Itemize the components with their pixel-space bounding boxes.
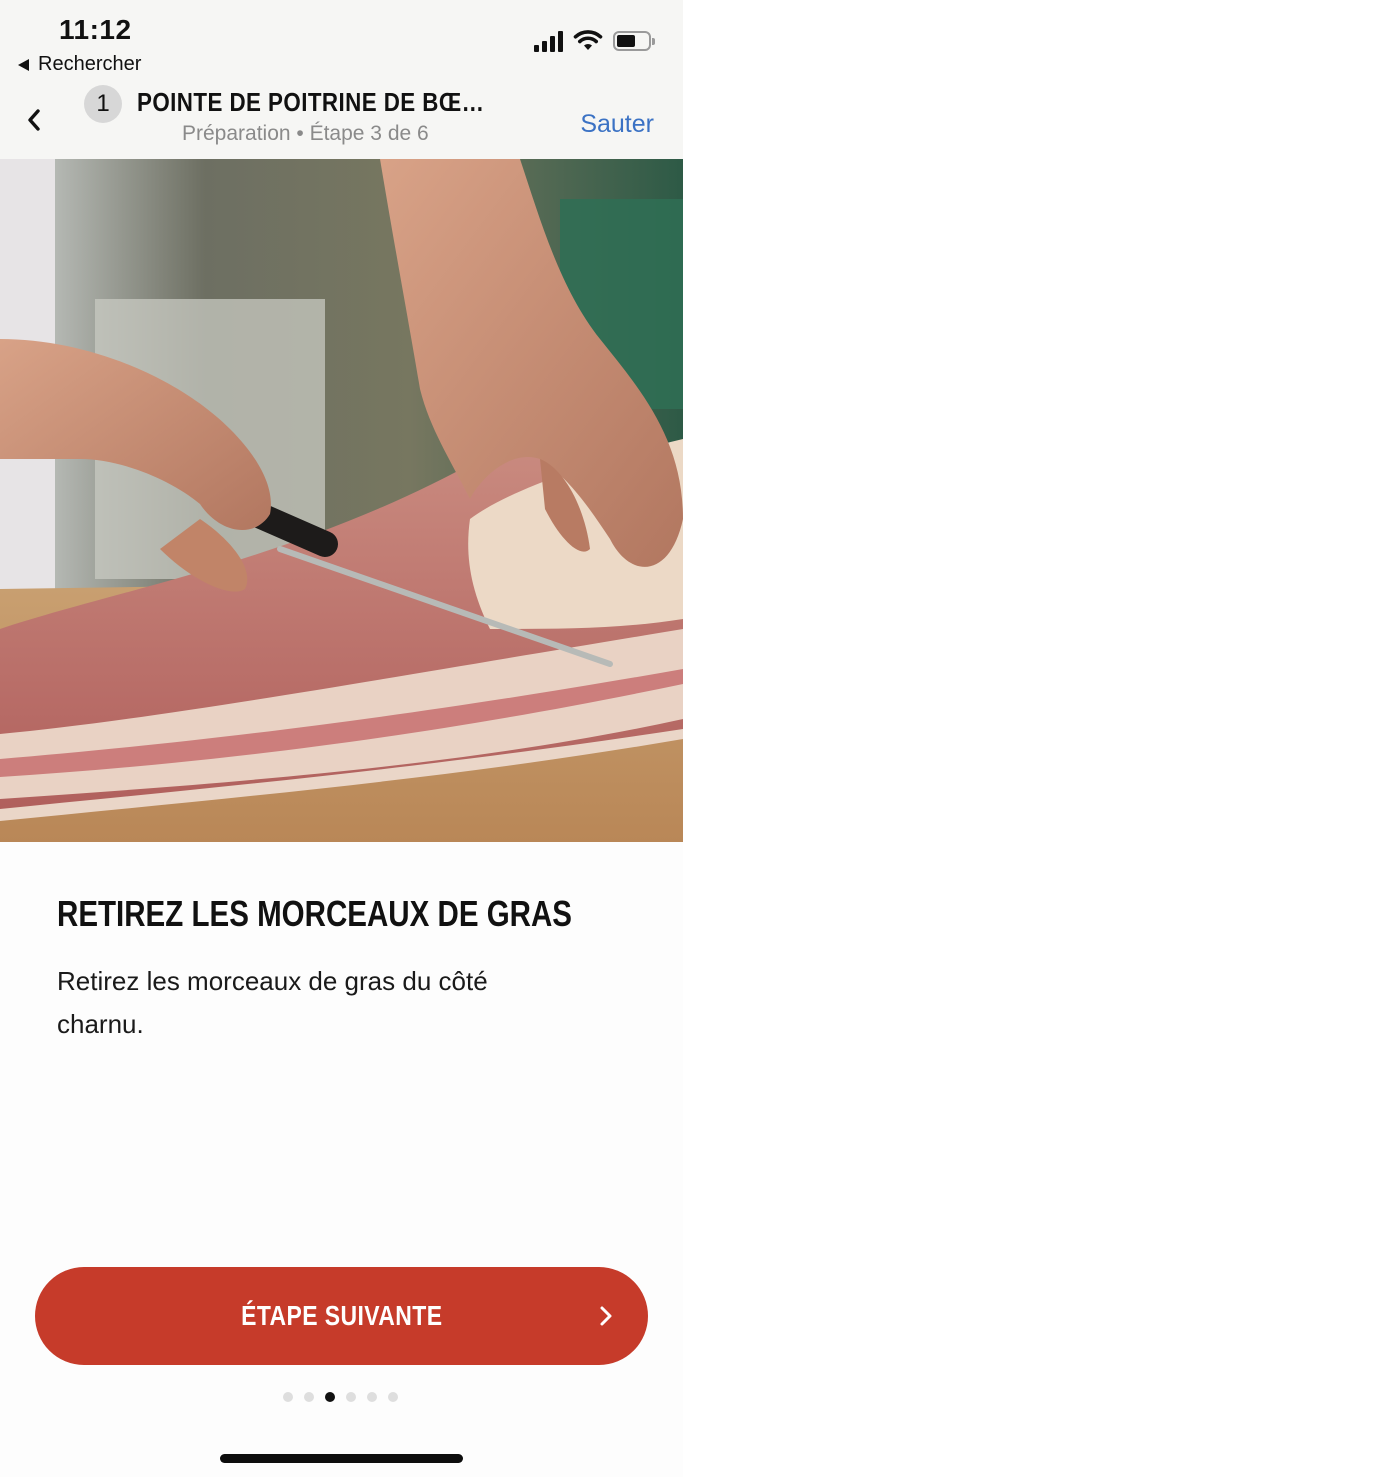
skip-button[interactable]: Sauter — [580, 110, 654, 139]
wifi-icon — [573, 30, 603, 50]
back-to-app-label: Rechercher — [38, 53, 142, 75]
next-step-label: ÉTAPE SUIVANTE — [240, 1300, 443, 1331]
pagination-dot — [304, 1392, 314, 1402]
chevron-left-icon[interactable] — [20, 105, 50, 135]
pagination-dot — [388, 1392, 398, 1402]
pagination-dot — [367, 1392, 377, 1402]
back-triangle-icon — [18, 59, 29, 71]
phone-screen: 11:12 Rechercher 1 POINTE DE POITRINE DE… — [0, 0, 683, 1477]
recipe-title: POINTE DE POITRINE DE BŒUF ENTI... — [137, 87, 490, 117]
top-bar: 11:12 Rechercher 1 POINTE DE POITRINE DE… — [0, 0, 683, 159]
pagination-dots — [283, 1392, 398, 1402]
status-icons — [534, 30, 655, 52]
step-number-badge: 1 — [84, 85, 122, 123]
step-photo — [0, 159, 683, 842]
next-step-button[interactable]: ÉTAPE SUIVANTE — [35, 1267, 648, 1365]
battery-icon — [613, 31, 655, 51]
chevron-right-icon — [600, 1306, 612, 1326]
step-description: Retirez les morceaux de gras du côté cha… — [57, 966, 488, 1039]
pagination-dot — [346, 1392, 356, 1402]
cellular-signal-icon — [534, 30, 563, 52]
back-to-app-link[interactable]: Rechercher — [18, 53, 141, 76]
step-title: RETIREZ LES MORCEAUX DE GRAS — [57, 893, 573, 934]
status-time: 11:12 — [59, 14, 132, 45]
home-indicator[interactable] — [220, 1454, 463, 1463]
pagination-dot — [283, 1392, 293, 1402]
pagination-dot-active — [325, 1392, 335, 1402]
step-progress-subtitle: Préparation • Étape 3 de 6 — [182, 122, 429, 145]
